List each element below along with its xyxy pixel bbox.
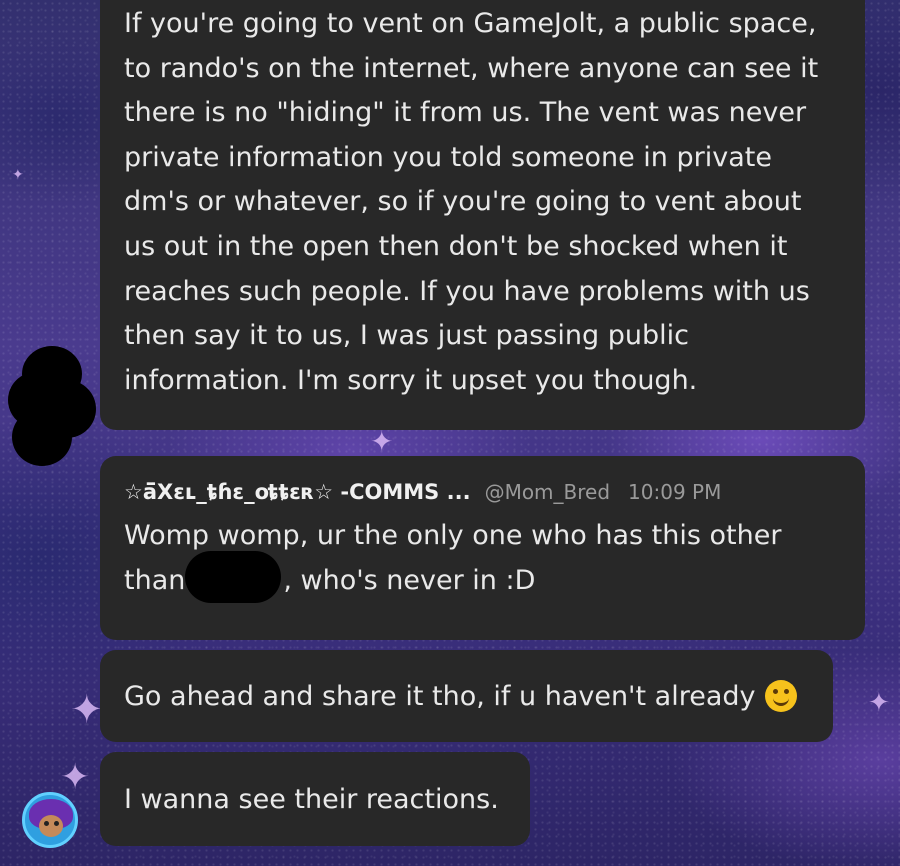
message-text-line: , who's never in :D bbox=[283, 564, 536, 596]
sparkle-icon: ✦ bbox=[868, 688, 890, 718]
sparkle-icon: ✦ bbox=[12, 167, 24, 183]
message-header: ☆ä̈Xɛʟ_ȶɦɛ_օȶȶɛʀ☆ -COMMS ... @Mom_Bred 1… bbox=[124, 480, 841, 504]
message-text: I wanna see their reactions. bbox=[124, 783, 499, 815]
sparkle-icon: ✦ bbox=[370, 425, 394, 458]
message-bubble[interactable]: Go ahead and share it tho, if u haven't … bbox=[100, 650, 833, 742]
sparkle-icon: ✦ bbox=[70, 687, 104, 733]
redacted-name bbox=[185, 551, 282, 604]
author-name[interactable]: ☆ä̈Xɛʟ_ȶɦɛ_օȶȶɛʀ☆ -COMMS ... bbox=[124, 480, 471, 504]
smiling-face-icon bbox=[765, 680, 798, 712]
redacted-avatar bbox=[8, 346, 98, 466]
sparkle-icon: ✦ bbox=[60, 757, 91, 798]
author-handle[interactable]: @Mom_Bred bbox=[485, 480, 610, 504]
message-text: Go ahead and share it tho, if u haven't … bbox=[124, 680, 756, 712]
message-bubble[interactable]: ☆ä̈Xɛʟ_ȶɦɛ_օȶȶɛʀ☆ -COMMS ... @Mom_Bred 1… bbox=[100, 456, 865, 640]
message-text: Womp womp, ur the only one who has this … bbox=[124, 514, 841, 604]
user-avatar[interactable] bbox=[22, 792, 78, 848]
avatar-face bbox=[39, 815, 63, 837]
message-text-line: Womp womp, ur the only one who has this … bbox=[124, 520, 782, 551]
message-text: If you're going to vent on GameJolt, a p… bbox=[124, 8, 819, 396]
message-bubble[interactable]: I wanna see their reactions. bbox=[100, 752, 530, 846]
message-bubble[interactable]: If you're going to vent on GameJolt, a p… bbox=[100, 0, 865, 430]
message-text-line: than bbox=[124, 564, 186, 596]
avatar-eye bbox=[44, 821, 49, 826]
avatar-eye bbox=[54, 821, 59, 826]
message-timestamp: 10:09 PM bbox=[628, 480, 722, 504]
